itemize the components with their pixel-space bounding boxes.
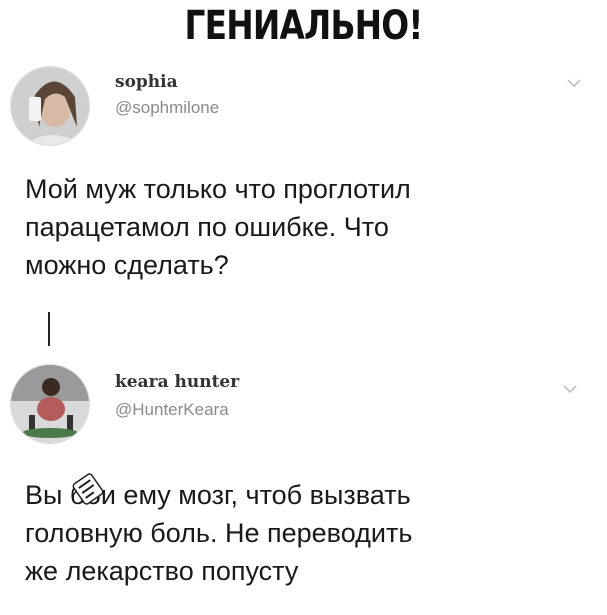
chevron-down-icon[interactable]	[567, 78, 581, 88]
user-name-keara[interactable]: keara hunter	[115, 372, 239, 392]
chevron-down-icon[interactable]	[563, 384, 577, 394]
user-handle-keara[interactable]: @HunterKeara	[115, 400, 229, 420]
avatar-sophia[interactable]	[10, 66, 90, 146]
avatar-keara[interactable]	[10, 364, 90, 444]
banner-title: ГЕНИАЛЬНО!	[184, 3, 424, 49]
thread-connector	[48, 312, 50, 346]
user-name-sophia[interactable]: sophia	[115, 72, 178, 92]
user-handle-sophia[interactable]: @sophmilone	[115, 98, 219, 118]
tweet-text-sophia: Мой муж только что проглотил парацетамол…	[25, 174, 411, 280]
